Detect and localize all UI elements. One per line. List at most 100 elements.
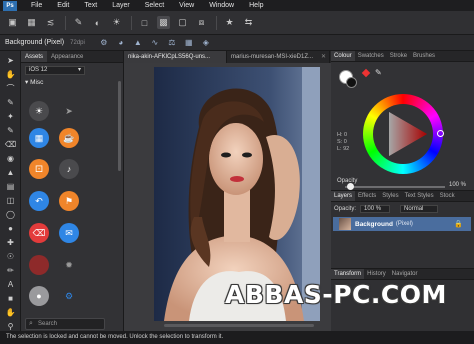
swap-colors-icon[interactable]	[361, 68, 371, 78]
selection-brush-icon[interactable]: ✎	[4, 96, 17, 108]
inbox-asset-icon[interactable]: ✉	[59, 223, 79, 243]
fill-tool-icon[interactable]: ▲	[4, 166, 17, 178]
asset-category-label: Misc	[30, 79, 44, 86]
tab-navigator[interactable]: Navigator	[389, 269, 421, 279]
brush-icon[interactable]: ✎	[72, 16, 85, 29]
refine-icon[interactable]: ◈	[201, 38, 211, 48]
secondary-color-swatch[interactable]	[346, 77, 357, 88]
tab-layers[interactable]: Layers	[331, 191, 356, 201]
toolbar-separator	[65, 15, 66, 30]
menu-view[interactable]: View	[179, 2, 194, 9]
document-tab-2[interactable]: marius-muresan-MSI-xieD1Z... ✕	[227, 51, 330, 63]
flag-asset-icon[interactable]: ⚑	[59, 191, 79, 211]
tab-effects[interactable]: Effects	[355, 191, 379, 201]
eyedropper-icon[interactable]: ✎	[375, 68, 382, 77]
settings-icon[interactable]: ⚙	[99, 38, 109, 48]
tab-styles[interactable]: Styles	[379, 191, 401, 201]
assistant-icon[interactable]: ★	[223, 16, 236, 29]
erase-tool-icon[interactable]: ⌫	[4, 138, 17, 150]
colour-wheel[interactable]	[363, 94, 444, 174]
levels-icon[interactable]: ▲	[133, 38, 143, 48]
asset-set-dropdown[interactable]: iOS 12 ▾	[25, 66, 85, 75]
tab-stock[interactable]: Stock	[437, 191, 458, 201]
tab-colour[interactable]: Colour	[331, 51, 355, 61]
assets-tabs: Assets Appearance	[21, 51, 123, 63]
asset-category[interactable]: ▾ Misc	[25, 78, 119, 86]
main-menu: File Edit Text Layer Select View Window …	[31, 2, 279, 9]
gradient-tool-icon[interactable]: ▤	[4, 180, 17, 192]
menu-help[interactable]: Help	[249, 2, 263, 9]
snapping-icon[interactable]: ⧈	[195, 16, 208, 29]
hand-tool-icon[interactable]: ✋	[4, 306, 17, 318]
dodge-tool-icon[interactable]: ◯	[4, 208, 17, 220]
dice-asset-icon[interactable]: ⚀	[29, 159, 49, 179]
mask-icon[interactable]: ▢	[176, 16, 189, 29]
assets-scrollbar[interactable]	[118, 81, 121, 171]
adjust-icon[interactable]: ◐	[91, 16, 104, 29]
pen-tool-icon[interactable]: ✏	[4, 264, 17, 276]
color-picker-icon[interactable]: ◉	[4, 152, 17, 164]
colour-wheel-inner	[373, 104, 433, 164]
crop-icon[interactable]: □	[138, 16, 151, 29]
brightness-asset-icon[interactable]: ☀	[29, 101, 49, 121]
tab-text-styles[interactable]: Text Styles	[402, 191, 437, 201]
redeye-tool-icon[interactable]: ☉	[4, 250, 17, 262]
tab-stroke[interactable]: Stroke	[387, 51, 410, 61]
reply-asset-icon[interactable]: ↶	[29, 191, 49, 211]
clone-tool-icon[interactable]: ◫	[4, 194, 17, 206]
blend-mode-dropdown[interactable]: Normal	[400, 205, 439, 213]
avatar-asset-icon[interactable]: ●	[29, 286, 49, 306]
tab-history[interactable]: History	[364, 269, 389, 279]
menu-file[interactable]: File	[31, 2, 42, 9]
text-tool-icon[interactable]: A	[4, 278, 17, 290]
volume-asset-icon[interactable]: ♪	[59, 159, 79, 179]
spinner-asset-icon[interactable]: ✹	[59, 255, 79, 275]
colour-opacity-slider[interactable]	[345, 186, 445, 188]
trash-asset-icon[interactable]: ▦	[29, 128, 49, 148]
pixel-icon[interactable]: ▩	[157, 16, 170, 29]
sync-icon[interactable]: ⇆	[242, 16, 255, 29]
tab-swatches[interactable]: Swatches	[355, 51, 387, 61]
tab-appearance[interactable]: Appearance	[47, 51, 87, 62]
curves-icon[interactable]: ∿	[150, 38, 160, 48]
lock-icon[interactable]: 🔒	[454, 220, 463, 228]
flood-select-icon[interactable]: ✦	[4, 110, 17, 122]
texture-asset-icon[interactable]	[29, 255, 49, 275]
balance-icon[interactable]: ⚖	[167, 38, 177, 48]
colour-opacity-knob[interactable]	[347, 183, 354, 190]
paint-brush-icon[interactable]: ✎	[4, 124, 17, 136]
canvas-horizontal-scrollbar[interactable]	[164, 324, 314, 327]
liquify-persona-icon[interactable]: ▦	[25, 16, 38, 29]
tab-assets[interactable]: Assets	[21, 51, 48, 62]
menu-text[interactable]: Text	[84, 2, 97, 9]
document-tab-1[interactable]: nika-akin-AFKlCpLS56Q-uns...	[124, 51, 227, 63]
shape-tool-icon[interactable]: ■	[4, 292, 17, 304]
blur-tool-icon[interactable]: ●	[4, 222, 17, 234]
filter-icon[interactable]: ☀	[110, 16, 123, 29]
tab-transform[interactable]: Transform	[331, 269, 365, 279]
healing-tool-icon[interactable]: ✚	[4, 236, 17, 248]
gear-asset-icon[interactable]: ⚙	[59, 286, 79, 306]
crop-tool-icon[interactable]: ⌒	[4, 82, 17, 94]
photo-persona-icon[interactable]: ▣	[6, 16, 19, 29]
hsl-hue: H: 0	[337, 132, 348, 138]
menu-edit[interactable]: Edit	[57, 2, 69, 9]
selection-icon[interactable]: ▦	[184, 38, 194, 48]
menu-select[interactable]: Select	[145, 2, 164, 9]
asset-search-input[interactable]: Search	[25, 318, 105, 330]
layer-row[interactable]: Background (Pixel) 🔒	[333, 217, 471, 231]
menu-window[interactable]: Window	[209, 2, 234, 9]
share-icon[interactable]: ≲	[44, 16, 57, 29]
layer-opacity-field[interactable]: 100 %	[360, 205, 391, 213]
move-tool-icon[interactable]: ➤	[4, 54, 17, 66]
coffee-asset-icon[interactable]: ☕	[59, 128, 79, 148]
gradient-icon[interactable]: ◕	[116, 38, 126, 48]
delete-asset-icon[interactable]: ⌫	[29, 223, 49, 243]
tab-brushes[interactable]: Brushes	[410, 51, 438, 61]
location-asset-icon[interactable]: ➤	[59, 101, 79, 121]
view-tool-icon[interactable]: ✋	[4, 68, 17, 80]
menu-layer[interactable]: Layer	[112, 2, 130, 9]
colour-triangle[interactable]	[373, 104, 433, 164]
close-icon[interactable]: ✕	[321, 51, 326, 63]
hue-handle[interactable]	[437, 130, 444, 137]
